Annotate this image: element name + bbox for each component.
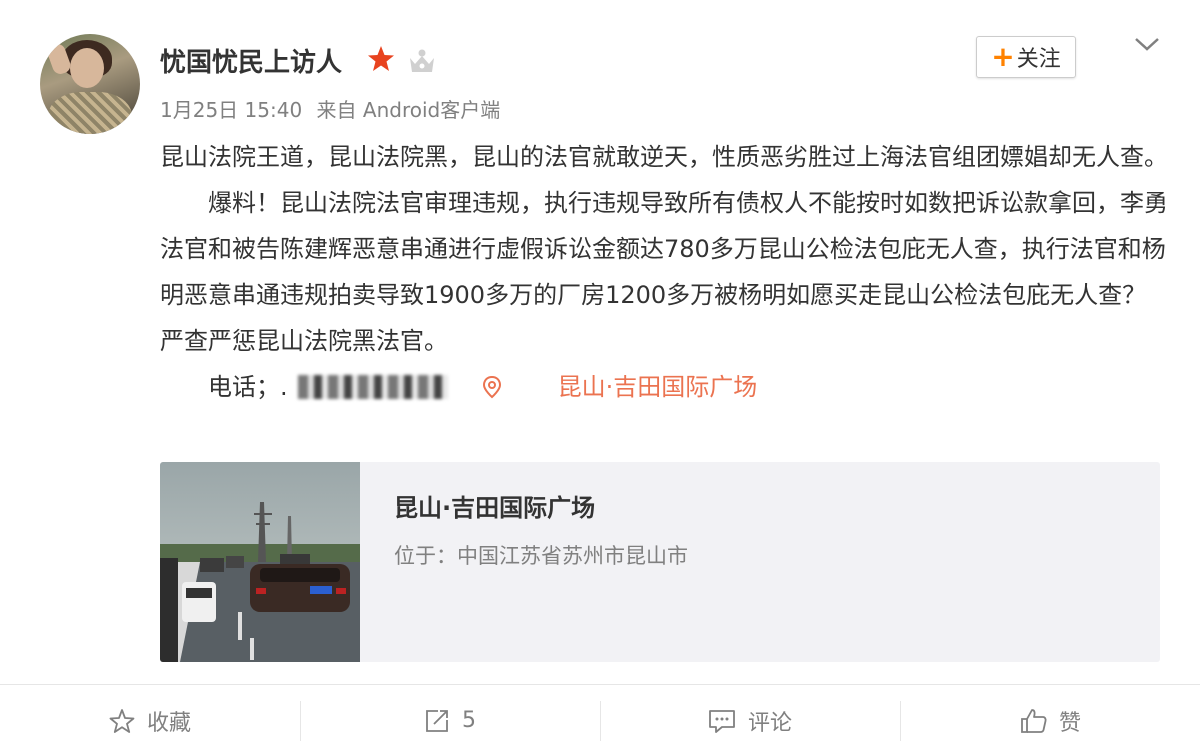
location-link[interactable]: 昆山·吉田国际广场 [482,364,758,410]
location-pin-icon [482,375,501,399]
location-photo [160,462,360,662]
location-text: 昆山·吉田国际广场 [557,373,758,401]
star-icon [368,46,394,71]
location-card-title: 昆山·吉田国际广场 [394,494,596,522]
favorite-button[interactable]: 收藏 [0,685,300,756]
post-paragraph: 昆山法院王道，昆山法院黑，昆山的法官就敢逆天，性质恶劣胜过上海法官组团嫖娼却无人… [160,143,1168,171]
comment-button[interactable]: 评论 [600,685,900,756]
post-paragraph: 爆料！昆山法院法官审理违规，执行违规导致所有债权人不能按时如数把诉讼款拿回，李勇… [160,189,1168,355]
location-card-address: 位于：中国江苏省苏州市昆山市 [394,544,688,568]
post-source: 来自 Android客户端 [316,98,501,122]
phone-line: 电话；. 昆山·吉田国际广场 [160,364,1170,410]
action-bar: 收藏 5 评论 赞 [0,684,1200,756]
follow-button[interactable]: + 关注 [976,36,1076,78]
post-meta: 1月25日 15:40 来自 Android客户端 [160,94,500,123]
chevron-down-icon[interactable] [1134,34,1160,54]
avatar-coat [48,92,132,134]
username[interactable]: 忧国忧民上访人 [160,42,342,79]
avatar-face [70,48,104,88]
repost-button[interactable]: 5 [300,685,600,756]
follow-label: 关注 [1016,47,1061,72]
phone-label: 电话；. [208,373,288,401]
plus-icon: + [991,40,1015,73]
share-icon [426,709,448,732]
avatar[interactable] [40,34,140,134]
like-button[interactable]: 赞 [900,685,1200,756]
like-label: 赞 [1058,710,1081,736]
star-outline-icon [109,708,135,733]
blurred-phone-number [297,375,448,399]
comment-icon [709,709,735,733]
thumbs-up-icon [1021,708,1047,733]
favorite-label: 收藏 [146,710,191,736]
repost-count: 5 [462,708,476,733]
crown-icon [410,49,434,72]
comment-label: 评论 [747,710,792,736]
location-card[interactable]: 昆山·吉田国际广场 位于：中国江苏省苏州市昆山市 [160,462,1160,662]
post-time[interactable]: 1月25日 15:40 [160,98,302,122]
post-body: 昆山法院王道，昆山法院黑，昆山的法官就敢逆天，性质恶劣胜过上海法官组团嫖娼却无人… [160,134,1170,410]
